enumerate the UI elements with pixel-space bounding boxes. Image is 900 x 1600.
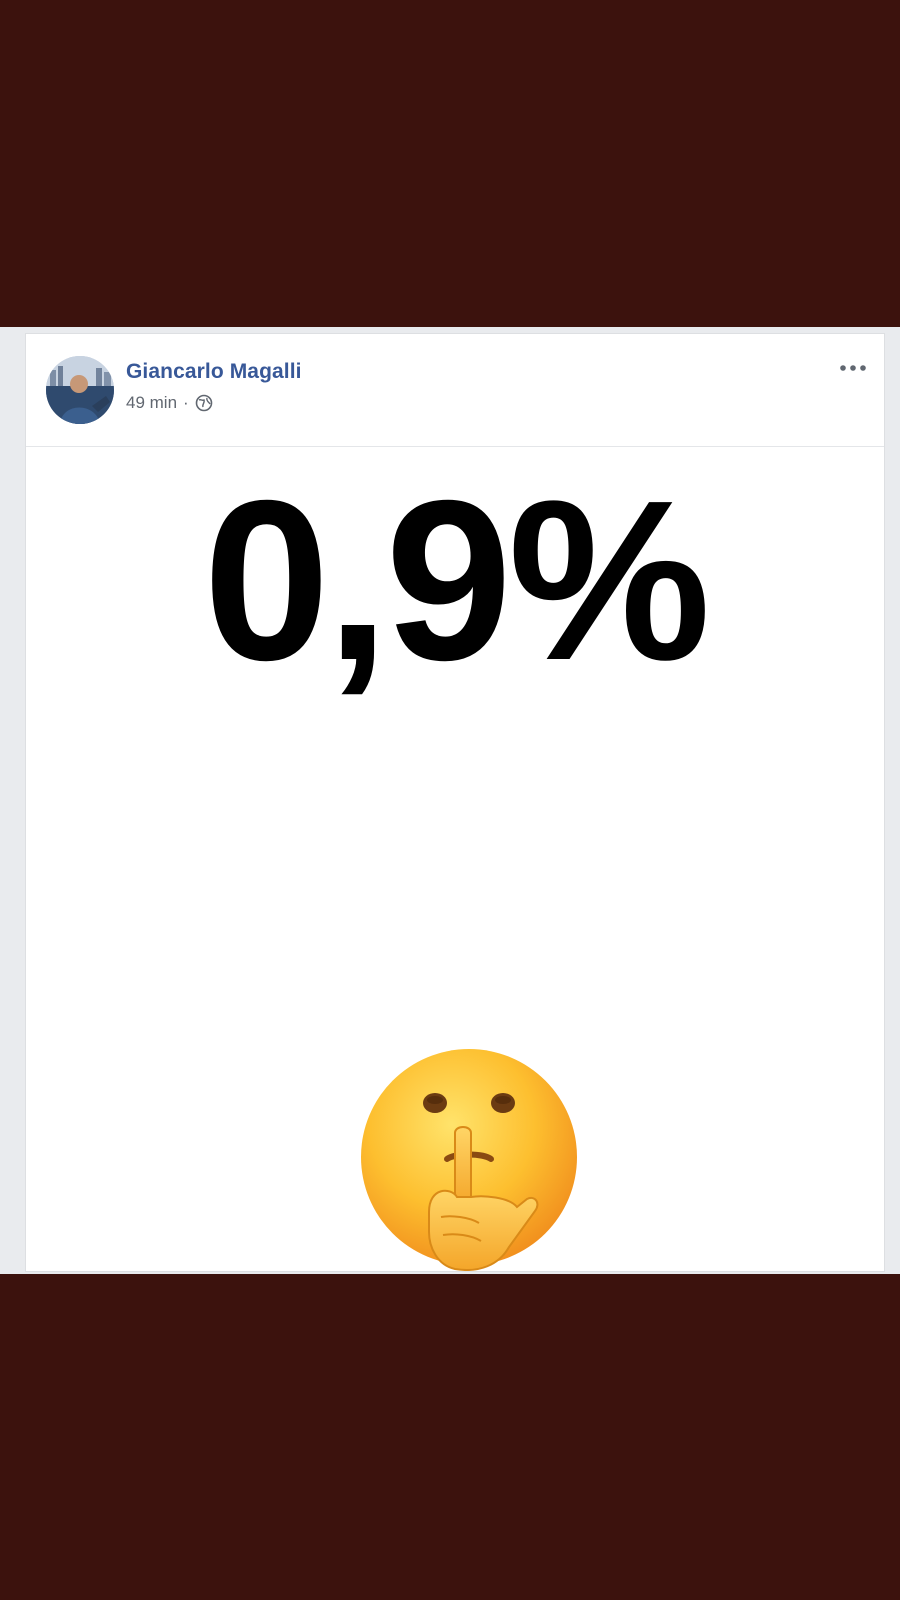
author-name[interactable]: Giancarlo Magalli bbox=[126, 360, 302, 384]
headline-percentage: 0,9% bbox=[203, 454, 711, 708]
post-meta: 49 min · bbox=[126, 393, 213, 413]
globe-icon[interactable] bbox=[195, 394, 213, 412]
ellipsis-icon bbox=[840, 365, 866, 371]
meta-separator: · bbox=[183, 393, 189, 412]
post-header: Giancarlo Magalli 49 min · bbox=[26, 334, 884, 447]
shushing-face-emoji bbox=[361, 1049, 577, 1271]
post-card: Giancarlo Magalli 49 min · 0,9% bbox=[25, 333, 885, 1272]
avatar[interactable] bbox=[46, 356, 114, 424]
more-options-button[interactable] bbox=[836, 356, 870, 380]
post-timestamp[interactable]: 49 min bbox=[126, 393, 177, 413]
facebook-feed-screenshot: Giancarlo Magalli 49 min · 0,9% bbox=[0, 327, 900, 1274]
post-image[interactable]: 0,9% bbox=[26, 447, 884, 1271]
